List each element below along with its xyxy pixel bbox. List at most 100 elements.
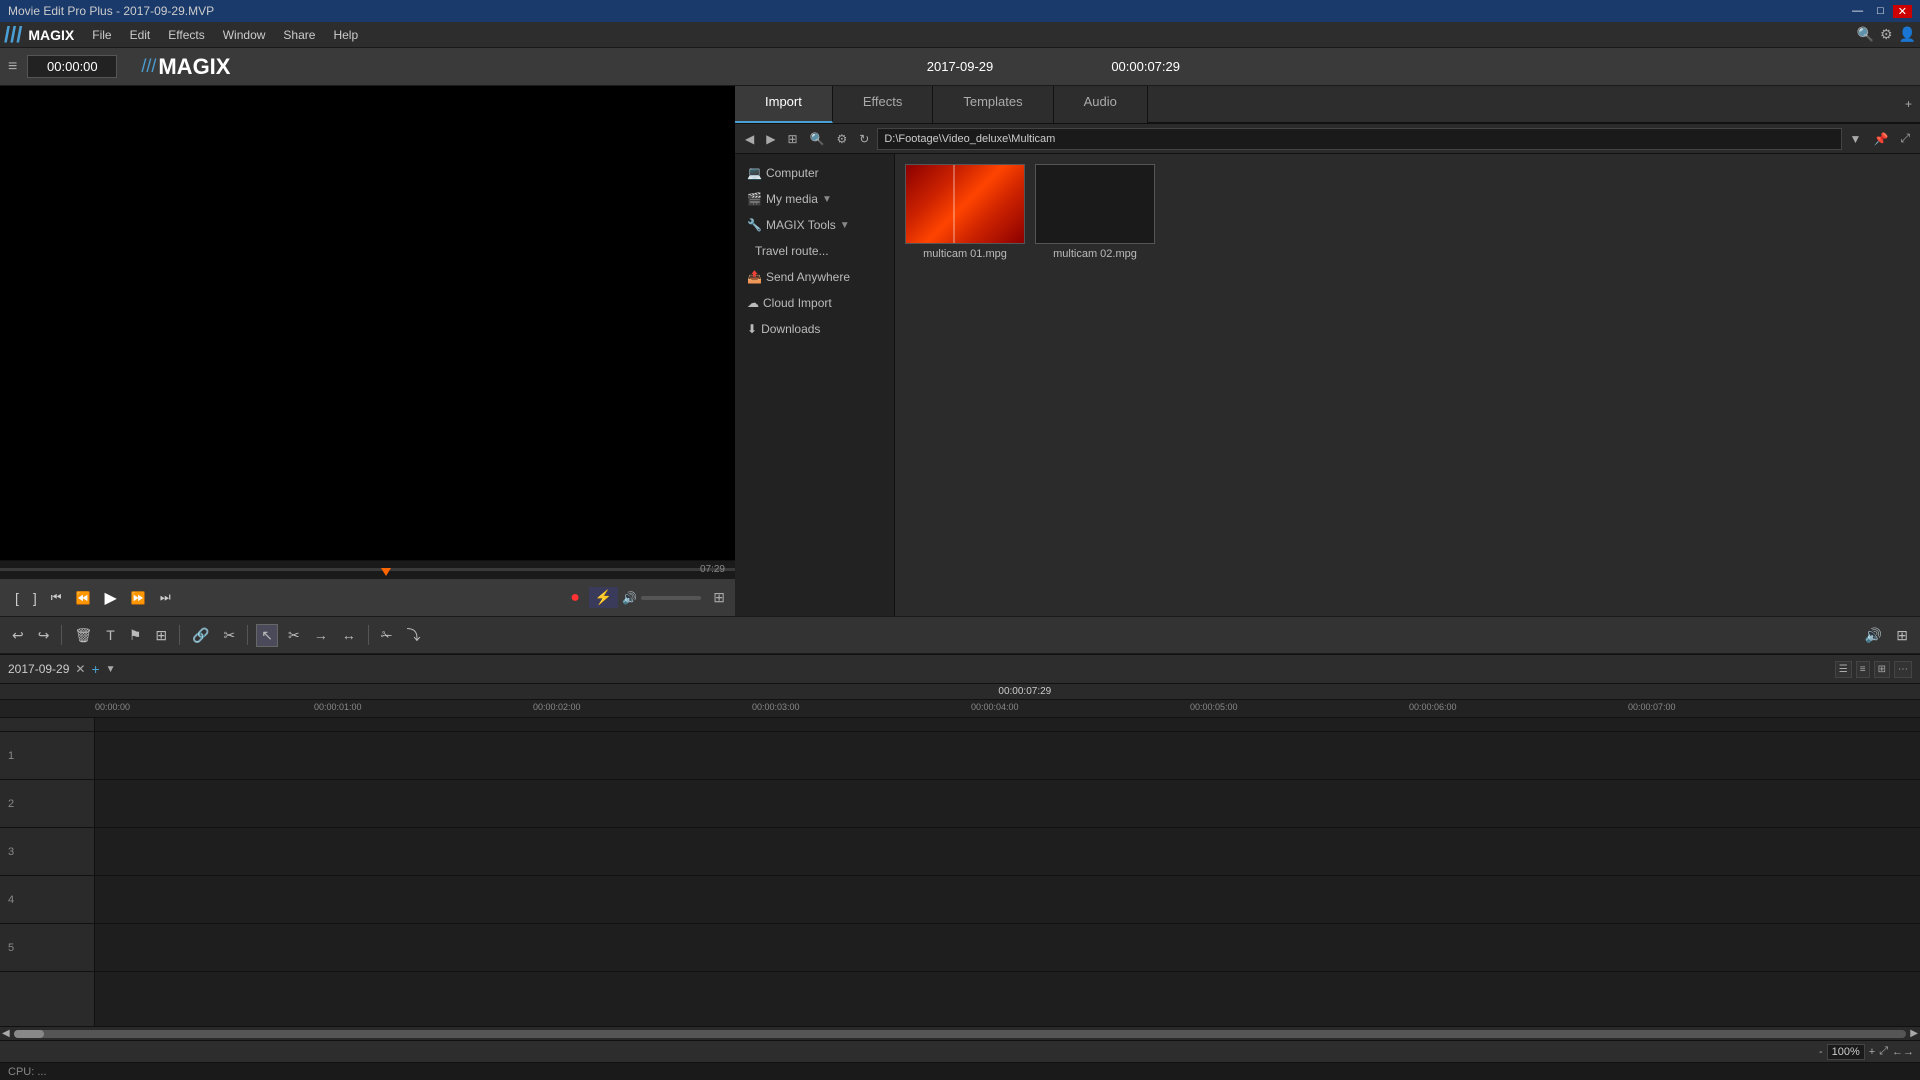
menu-edit[interactable]: Edit	[122, 26, 159, 44]
menu-bar: /// MAGIX File Edit Effects Window Share…	[0, 22, 1920, 48]
thumb-multicam02[interactable]	[1035, 164, 1155, 244]
zoom-minus-button[interactable]: ←→	[1892, 1046, 1914, 1058]
nav-travel-route[interactable]: Travel route...	[735, 238, 894, 264]
pin-icon[interactable]: 📌	[1869, 130, 1892, 148]
trim-button[interactable]: ✂	[220, 625, 240, 646]
hamburger-menu[interactable]: ≡	[8, 58, 17, 76]
tab-import[interactable]: Import	[735, 86, 833, 123]
thumb-multicam01[interactable]	[905, 164, 1025, 244]
undo-button[interactable]: ↩	[8, 625, 28, 646]
logo-text: MAGIX	[158, 54, 230, 80]
tab-audio[interactable]: Audio	[1054, 86, 1148, 123]
track-num-4: 4	[8, 894, 14, 906]
timecode-display: 00:00:00	[27, 55, 117, 78]
path-dropdown-icon[interactable]: ▼	[1846, 130, 1866, 148]
view-multicam[interactable]: ⊞	[1874, 661, 1890, 678]
preview-scrubber[interactable]: 07:29	[0, 560, 735, 578]
audio-mixer-button[interactable]: 🔊	[1861, 625, 1886, 646]
menu-file[interactable]: File	[84, 26, 119, 44]
scroll-thumb[interactable]	[14, 1030, 44, 1038]
track-row-4[interactable]	[95, 876, 1920, 924]
scrubber-playhead[interactable]	[381, 568, 391, 576]
grid-view-icon[interactable]: ⊞	[713, 589, 725, 606]
track-row-5[interactable]	[95, 924, 1920, 972]
step-back-button[interactable]: ⏪	[71, 589, 96, 607]
resize-tool[interactable]: ↔	[338, 625, 360, 645]
bracket-open[interactable]: [	[10, 588, 24, 608]
insert-tool[interactable]: ⤵	[402, 623, 424, 647]
nav-magix-tools[interactable]: 🔧MAGIX Tools ▼	[735, 212, 894, 238]
link-button[interactable]: 🔗	[188, 625, 213, 646]
storyboard-button[interactable]: ⊞	[1892, 625, 1912, 646]
media-label-multicam02: multicam 02.mpg	[1053, 248, 1137, 260]
tab-effects[interactable]: Effects	[833, 86, 934, 123]
edit-toolbar: ↩ ↪ 🗑 T ⚑ ⊞ 🔗 ✂ ↖ ✂ → ↔ ✁ ⤵ 🔊 ⊞	[0, 616, 1920, 654]
nav-computer[interactable]: 💻Computer	[735, 160, 894, 186]
path-input[interactable]	[877, 128, 1841, 150]
text-button[interactable]: T	[102, 625, 119, 645]
skip-to-start-button[interactable]: ⏮	[46, 588, 67, 607]
move-tool[interactable]: →	[310, 625, 332, 645]
add-dropdown-arrow[interactable]: ▼	[106, 664, 116, 675]
cpu-status: CPU: ...	[8, 1066, 47, 1078]
media-item-multicam02[interactable]: multicam 02.mpg	[1035, 164, 1155, 260]
menu-share[interactable]: Share	[275, 26, 323, 44]
close-button[interactable]: ✕	[1893, 5, 1912, 18]
track-row-2[interactable]	[95, 780, 1920, 828]
settings-icon[interactable]: ⚙	[832, 130, 851, 148]
timeline-scrollbar[interactable]: ◀ ▶	[0, 1026, 1920, 1040]
maximize-panel-icon[interactable]: ⤢	[1896, 129, 1914, 148]
multicam-button[interactable]: ⊞	[151, 625, 171, 646]
delete-button[interactable]: 🗑	[70, 625, 96, 646]
close-timeline-button[interactable]: ✕	[75, 662, 85, 676]
maximize-button[interactable]: □	[1872, 5, 1889, 18]
settings-icon[interactable]: ⚙	[1880, 26, 1893, 43]
nav-downloads[interactable]: ⬇Downloads	[735, 316, 894, 342]
scroll-track[interactable]	[14, 1030, 1907, 1038]
track-label-1: 1	[0, 732, 94, 780]
view-menu[interactable]: ⋯	[1894, 661, 1912, 678]
redo-button[interactable]: ↪	[34, 625, 54, 646]
select-tool[interactable]: ↖	[256, 624, 278, 647]
tab-templates[interactable]: Templates	[933, 86, 1053, 123]
bracket-close[interactable]: ]	[28, 588, 42, 608]
nav-my-media[interactable]: 🎬My media ▼	[735, 186, 894, 212]
search-icon[interactable]: 🔍	[806, 130, 829, 148]
skip-to-end-button[interactable]: ⏭	[155, 588, 176, 607]
panel-expand-icon[interactable]: +	[1905, 97, 1912, 111]
grid-icon[interactable]: ⊞	[783, 130, 801, 148]
forward-button[interactable]: ▶	[762, 130, 779, 148]
marker-button[interactable]: ⚑	[125, 625, 146, 646]
minimize-button[interactable]: —	[1847, 5, 1868, 18]
fit-button[interactable]: ⤢	[1879, 1045, 1888, 1058]
play-button[interactable]: ▶	[100, 586, 122, 610]
menu-help[interactable]: Help	[325, 26, 366, 44]
media-item-multicam01[interactable]: multicam 01.mpg	[905, 164, 1025, 260]
zoom-out-button[interactable]: -	[1819, 1046, 1823, 1058]
nav-cloud-import[interactable]: ☁Cloud Import	[735, 290, 894, 316]
scrubber-track[interactable]	[0, 568, 735, 571]
back-button[interactable]: ◀	[741, 130, 758, 148]
account-icon[interactable]: 👤	[1899, 26, 1916, 43]
scroll-left-button[interactable]: ◀	[2, 1028, 10, 1039]
add-timeline-button[interactable]: +	[91, 661, 99, 677]
view-timeline[interactable]: ≡	[1856, 661, 1870, 678]
track-row-1[interactable]	[95, 732, 1920, 780]
volume-slider[interactable]	[641, 596, 701, 600]
special-button[interactable]: ⚡	[589, 587, 618, 608]
view-storyboard[interactable]: ☰	[1835, 661, 1852, 678]
nav-computer-label: Computer	[766, 166, 819, 180]
search-icon[interactable]: 🔍	[1857, 26, 1874, 43]
razor-tool[interactable]: ✁	[377, 625, 397, 646]
step-forward-button[interactable]: ⏩	[126, 589, 151, 607]
cut-tool[interactable]: ✂	[284, 625, 304, 646]
scroll-right-button[interactable]: ▶	[1910, 1028, 1918, 1039]
track-row-3[interactable]	[95, 828, 1920, 876]
refresh-icon[interactable]: ↻	[855, 130, 873, 148]
zoom-in-button[interactable]: +	[1869, 1046, 1875, 1058]
menu-effects[interactable]: Effects	[160, 26, 212, 44]
record-button[interactable]: ●	[565, 587, 585, 609]
right-panel-inner: Import Effects Templates Audio + ◀ ▶ ⊞ 🔍…	[735, 86, 1920, 616]
nav-send-anywhere[interactable]: 📤Send Anywhere	[735, 264, 894, 290]
menu-window[interactable]: Window	[215, 26, 274, 44]
